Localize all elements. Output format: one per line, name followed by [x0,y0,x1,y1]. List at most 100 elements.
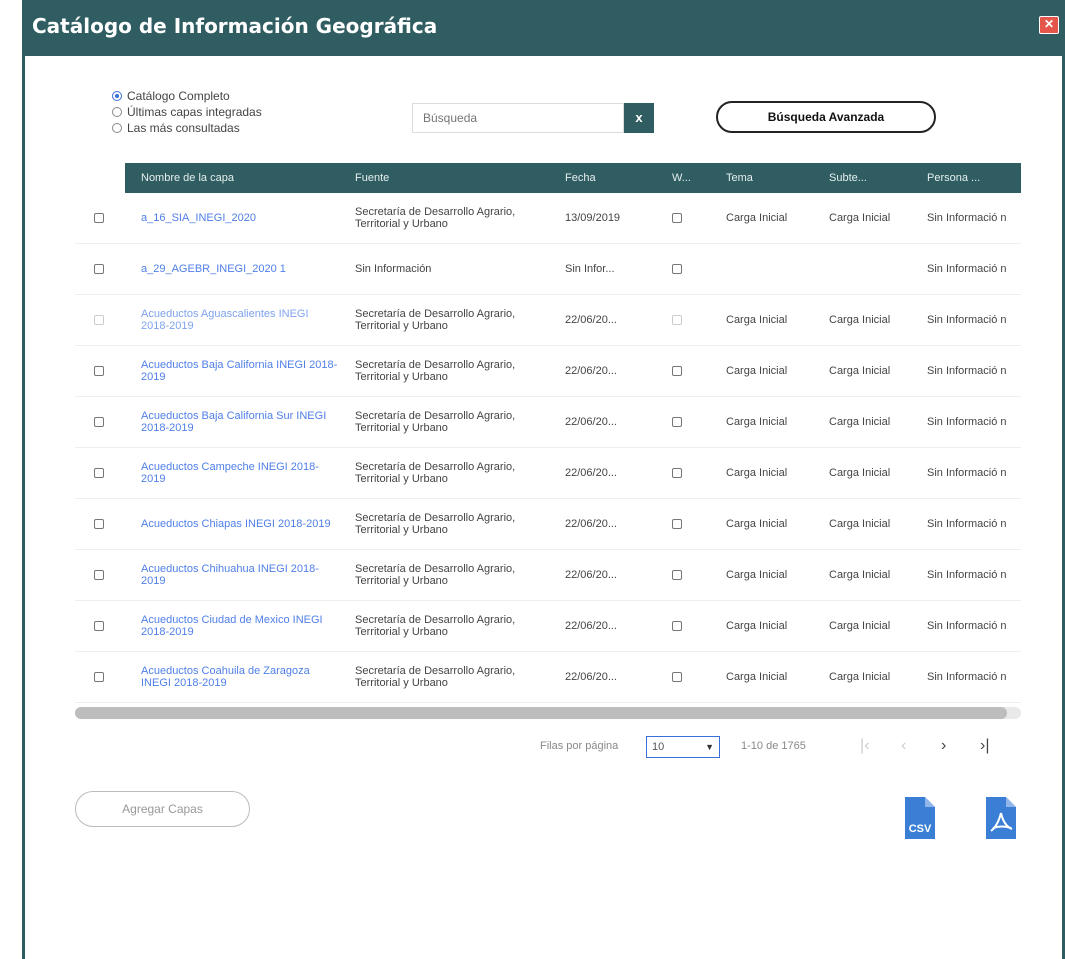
cell-layer-name[interactable]: Acueductos Aguascalientes INEGI 2018-201… [125,295,339,345]
row-select-checkbox[interactable] [94,519,104,529]
cell-date: 22/06/20... [549,346,656,396]
table-row[interactable]: Acueductos Coahuila de Zaragoza INEGI 20… [75,652,1021,703]
cell-theme: Carga Inicial [710,346,813,396]
column-header-source[interactable]: Fuente [339,163,549,193]
next-page-icon[interactable]: › [941,737,946,755]
radio-option-latest[interactable]: Últimas capas integradas [112,104,262,119]
table-header: Nombre de la capa Fuente Fecha W... Tema… [125,163,1021,193]
cell-layer-name[interactable]: a_29_AGEBR_INEGI_2020 1 [125,244,339,294]
cell-layer-name[interactable]: a_16_SIA_INEGI_2020 [125,193,339,243]
cell-theme-text: Carga Inicial [726,212,788,224]
wms-checkbox[interactable] [672,417,682,427]
cell-source: Secretaría de Desarrollo Agrario, Territ… [339,448,549,498]
cell-person: Sin Informació n [911,244,1021,294]
column-header-person[interactable]: Persona ... [911,163,1021,193]
advanced-search-button[interactable]: Búsqueda Avanzada [716,101,936,133]
cell-person: Sin Informació n [911,193,1021,243]
wms-checkbox[interactable] [672,366,682,376]
column-header-w[interactable]: W... [656,163,710,193]
last-page-icon[interactable]: ›| [980,737,989,755]
add-layers-button[interactable]: Agregar Capas [75,791,250,827]
first-page-icon[interactable]: |‹ [860,737,869,755]
cell-subtheme: Carga Inicial [813,346,911,396]
cell-source-text: Secretaría de Desarrollo Agrario, Territ… [355,206,516,230]
cell-subtheme-text: Carga Inicial [829,365,891,377]
cell-date: 13/09/2019 [549,193,656,243]
table-row[interactable]: a_29_AGEBR_INEGI_2020 1 Sin Información Si… [75,244,1021,295]
row-select-checkbox[interactable] [94,621,104,631]
row-select-checkbox[interactable] [94,366,104,376]
row-select-checkbox[interactable] [94,213,104,223]
column-header-subtheme[interactable]: Subte... [813,163,911,193]
radio-option-most-viewed[interactable]: Las más consultadas [112,120,262,135]
cell-layer-name[interactable]: Acueductos Chiapas INEGI 2018-2019 [125,499,339,549]
cell-date: 22/06/20... [549,448,656,498]
table-row[interactable]: a_16_SIA_INEGI_2020 Secretaría de Desarro… [75,193,1021,244]
row-select-checkbox[interactable] [94,468,104,478]
horizontal-scrollbar[interactable] [75,707,1021,719]
cell-date-text: 22/06/20... [565,569,617,581]
wms-checkbox[interactable] [672,264,682,274]
table-row[interactable]: Acueductos Chihuahua INEGI 2018-2019 Secr… [75,550,1021,601]
cell-theme: Carga Inicial [710,397,813,447]
cell-person-text: Sin Informació n [927,263,1007,275]
table-row[interactable]: Acueductos Aguascalientes INEGI 2018-201… [75,295,1021,346]
column-header-date[interactable]: Fecha [549,163,656,193]
radio-button[interactable] [112,106,122,117]
row-select-checkbox[interactable] [94,315,104,325]
pdf-icon[interactable] [984,795,1018,841]
wms-checkbox[interactable] [672,468,682,478]
wms-checkbox[interactable] [672,315,682,325]
row-select-checkbox[interactable] [94,672,104,682]
wms-checkbox[interactable] [672,519,682,529]
table-row[interactable]: Acueductos Baja California Sur INEGI 201… [75,397,1021,448]
cell-person-text: Sin Informació n [927,467,1007,479]
table-row[interactable]: Acueductos Ciudad de Mexico INEGI 2018-2… [75,601,1021,652]
cell-subtheme: Carga Inicial [813,448,911,498]
cell-layer-name-text: Acueductos Campeche INEGI 2018-2019 [141,461,319,485]
close-icon[interactable]: ✕ [1039,16,1059,34]
radio-button[interactable] [112,90,122,101]
table-row[interactable]: Acueductos Chiapas INEGI 2018-2019 Secret… [75,499,1021,550]
cell-theme-text: Carga Inicial [726,518,788,530]
cell-person: Sin Informació n [911,601,1021,651]
csv-export-icon[interactable]: CSV [903,795,937,841]
search-input[interactable] [412,103,624,133]
cell-person-text: Sin Informació n [927,416,1007,428]
cell-layer-name[interactable]: Acueductos Chihuahua INEGI 2018-2019 [125,550,339,600]
cell-subtheme-text: Carga Inicial [829,467,891,479]
radio-option-complete[interactable]: Catálogo Completo [112,88,262,103]
cell-layer-name[interactable]: Acueductos Baja California INEGI 2018-20… [125,346,339,396]
clear-search-button[interactable]: x [624,103,654,133]
prev-page-icon[interactable]: ‹ [901,737,906,755]
radio-button[interactable] [112,122,122,133]
cell-layer-name[interactable]: Acueductos Coahuila de Zaragoza INEGI 20… [125,652,339,702]
wms-checkbox[interactable] [672,672,682,682]
cell-person: Sin Informació n [911,295,1021,345]
chevron-down-icon: ▼ [705,742,714,752]
wms-checkbox[interactable] [672,213,682,223]
wms-checkbox[interactable] [672,621,682,631]
cell-layer-name-text: a_16_SIA_INEGI_2020 [141,212,256,224]
cell-layer-name[interactable]: Acueductos Baja California Sur INEGI 201… [125,397,339,447]
cell-date: 22/06/20... [549,652,656,702]
table-row[interactable]: Acueductos Baja California INEGI 2018-20… [75,346,1021,397]
wms-checkbox[interactable] [672,570,682,580]
row-select-checkbox[interactable] [94,570,104,580]
cell-person: Sin Informació n [911,652,1021,702]
scrollbar-thumb[interactable] [75,707,1007,719]
row-select-checkbox[interactable] [94,264,104,274]
cell-person-text: Sin Informació n [927,365,1007,377]
rows-per-page-select[interactable]: 10 ▼ [646,736,720,758]
cell-date-text: 22/06/20... [565,314,617,326]
cell-layer-name[interactable]: Acueductos Ciudad de Mexico INEGI 2018-2… [125,601,339,651]
column-header-theme[interactable]: Tema [710,163,813,193]
cell-person-text: Sin Informació n [927,671,1007,683]
cell-layer-name-text: Acueductos Chiapas INEGI 2018-2019 [141,518,331,530]
cell-date: 22/06/20... [549,499,656,549]
table-row[interactable]: Acueductos Campeche INEGI 2018-2019 Secre… [75,448,1021,499]
cell-source: Secretaría de Desarrollo Agrario, Territ… [339,193,549,243]
column-header-name[interactable]: Nombre de la capa [125,163,339,193]
row-select-checkbox[interactable] [94,417,104,427]
cell-layer-name[interactable]: Acueductos Campeche INEGI 2018-2019 [125,448,339,498]
